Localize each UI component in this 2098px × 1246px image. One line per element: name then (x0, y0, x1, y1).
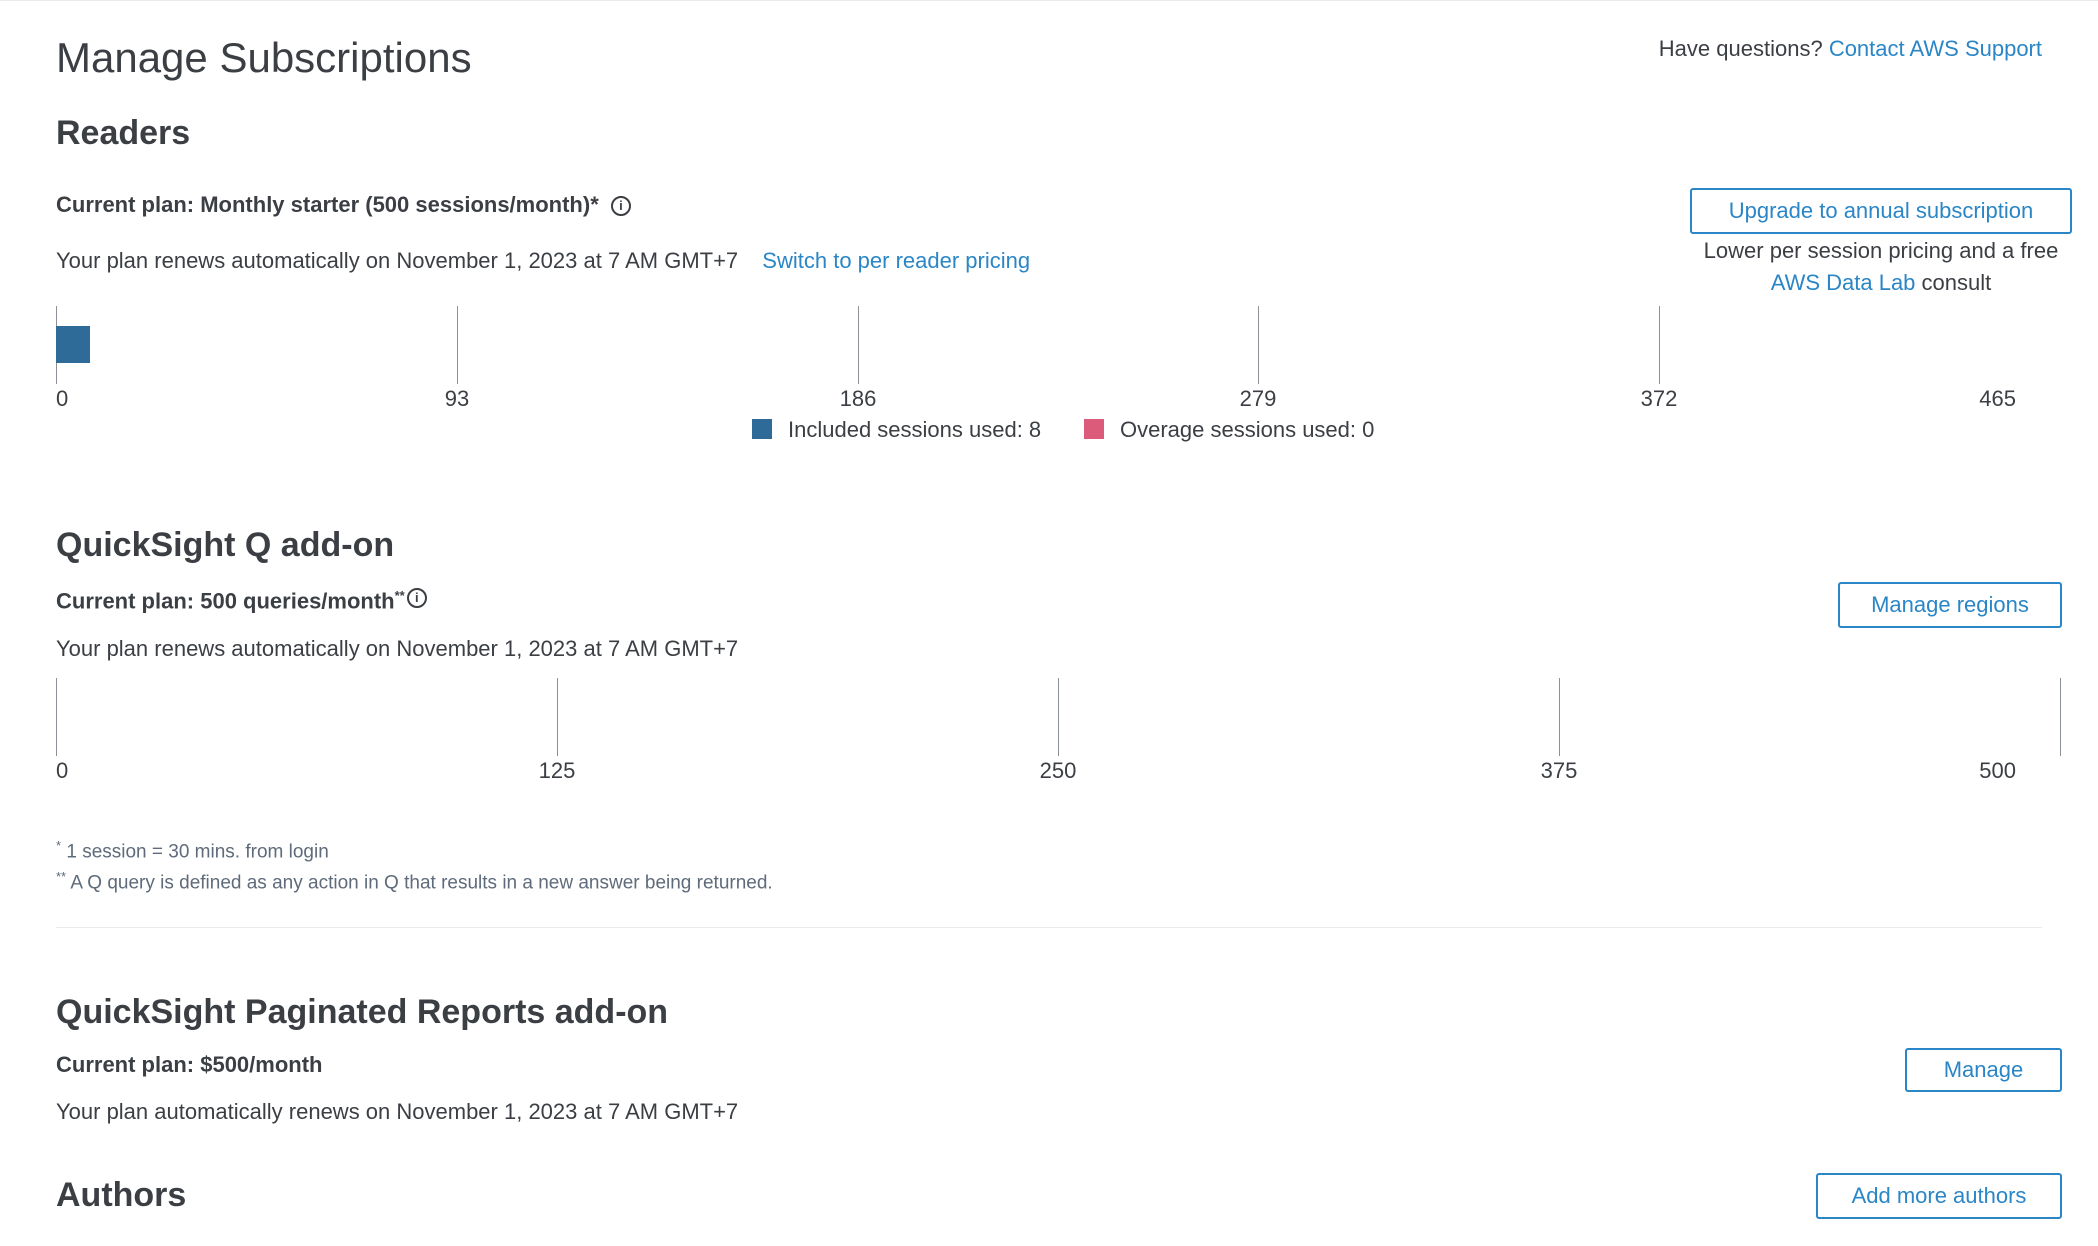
readers-heading: Readers (56, 114, 191, 152)
legend-swatch (1084, 419, 1104, 439)
legend-swatch (752, 419, 772, 439)
q-addon-plan: Current plan: 500 queries/month** i (56, 588, 427, 614)
footnote-marker: * (56, 838, 62, 853)
included-sessions-bar (56, 326, 90, 363)
axis-gridline (2060, 678, 2061, 756)
readers-usage-chart: 0 93 186 279 372 465 Included sessions used: 8… (56, 306, 2016, 456)
axis-gridline (858, 306, 859, 384)
footnote-query: ** A Q query is defined as any action in… (56, 869, 773, 894)
axis-tick-label: 186 (839, 386, 877, 411)
axis-tick-label: 250 (1039, 758, 1077, 783)
axis-tick-label: 500 (1979, 758, 2016, 783)
axis-tick-label: 125 (538, 758, 576, 783)
paginated-heading: QuickSight Paginated Reports add-on (56, 993, 669, 1031)
upgrade-annual-button[interactable]: Upgrade to annual subscription (1690, 188, 2072, 234)
q-addon-heading: QuickSight Q add-on (56, 526, 395, 564)
upgrade-note-line: Lower per session pricing and a free (1703, 238, 2059, 263)
axis-tick-label: 0 (56, 386, 69, 411)
axis-tick-label: 279 (1239, 386, 1277, 411)
axis-gridline (1058, 678, 1059, 756)
footnote-text: A Q query is defined as any action in Q … (70, 872, 773, 894)
legend-label: Included sessions used: 8 (788, 417, 1042, 442)
help-prompt: Have questions? Contact AWS Support (1659, 36, 2042, 62)
q-addon-renewal: Your plan renews automatically on Novemb… (56, 636, 739, 661)
axis-gridline (557, 678, 558, 756)
axis-gridline (1258, 306, 1259, 384)
switch-pricing-link[interactable]: Switch to per reader pricing (762, 248, 1030, 273)
aws-data-lab-link[interactable]: AWS Data Lab (1771, 270, 1916, 295)
upgrade-note-suffix: consult (1921, 270, 1992, 295)
section-divider (56, 927, 2042, 928)
authors-heading: Authors (56, 1176, 187, 1214)
axis-tick-label: 375 (1540, 758, 1578, 783)
contact-support-link[interactable]: Contact AWS Support (1829, 36, 2042, 61)
axis-tick-label: 372 (1640, 386, 1678, 411)
paginated-plan: Current plan: $500/month (56, 1052, 323, 1077)
questions-label: Have questions? (1658, 36, 1823, 61)
paginated-renewal: Your plan automatically renews on Novemb… (56, 1099, 739, 1124)
axis-gridline (1559, 678, 1560, 756)
footnote-session: * 1 session = 30 mins. from login (56, 838, 329, 863)
footnote-marker: ** (56, 869, 67, 884)
axis-tick-label: 465 (1979, 386, 2016, 411)
plan-footnote-marker: ** (394, 588, 405, 603)
axis-gridline (56, 678, 57, 756)
top-border (0, 0, 2098, 1)
info-icon[interactable]: i (406, 588, 427, 609)
readers-plan-text: Current plan: Monthly starter (500 sessi… (56, 192, 599, 217)
manage-paginated-button[interactable]: Manage (1905, 1048, 2062, 1092)
legend-item: Included sessions used: 8 (752, 417, 1041, 443)
readers-renewal: Your plan renews automatically on Novemb… (56, 248, 1030, 274)
manage-regions-button[interactable]: Manage regions (1838, 582, 2062, 628)
readers-renewal-text: Your plan renews automatically on Novemb… (56, 248, 739, 273)
page-title: Manage Subscriptions (56, 34, 472, 81)
axis-gridline (1659, 306, 1660, 384)
legend-label: Overage sessions used: 0 (1120, 417, 1375, 442)
info-icon[interactable]: i (610, 196, 631, 217)
upgrade-note: Lower per session pricing and a free AWS… (1680, 235, 2082, 299)
readers-plan: Current plan: Monthly starter (500 sessi… (56, 192, 631, 218)
add-authors-button[interactable]: Add more authors (1816, 1173, 2062, 1219)
q-addon-plan-text: Current plan: 500 queries/month (56, 588, 395, 614)
upgrade-note-line-2: AWS Data Lab consult (1680, 267, 2082, 299)
footnote-text: 1 session = 30 mins. from login (66, 841, 329, 863)
axis-gridline (457, 306, 458, 384)
q-usage-chart: 0 125 250 375 500 (56, 678, 2061, 788)
legend-item: Overage sessions used: 0 (1084, 417, 1374, 443)
axis-tick-label: 0 (56, 758, 69, 783)
axis-tick-label: 93 (444, 386, 470, 411)
